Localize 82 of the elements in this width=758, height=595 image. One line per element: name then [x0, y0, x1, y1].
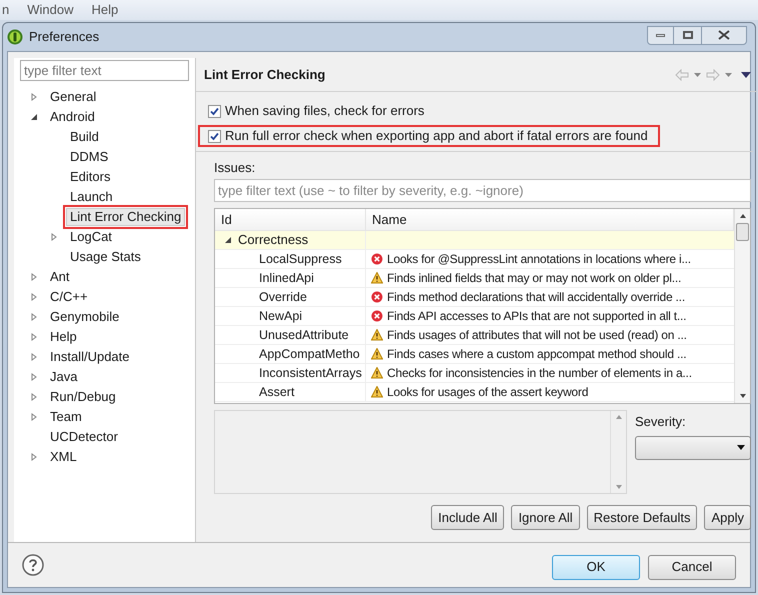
tree-item[interactable]: Team	[46, 408, 86, 426]
page-title: Lint Error Checking	[204, 66, 326, 84]
tree-item[interactable]: Help	[46, 328, 81, 346]
table-cell-text: Checks for inconsistencies in the number of elements in a...	[387, 365, 692, 382]
table-cell-text: Finds cases where a custom appcompat method should ...	[387, 346, 686, 363]
close-icon	[718, 30, 730, 40]
table-cell-text: Looks for usages of the assert keyword	[387, 384, 588, 401]
issues-filter-field[interactable]: type filter text (use ~ to filter by severity, e.g. ~ignore)	[214, 179, 751, 202]
table-cell: Override	[215, 288, 366, 306]
issues-label: Issues:	[214, 159, 256, 176]
tree-item[interactable]: LogCat	[66, 228, 116, 246]
action-button[interactable]: Include All	[431, 505, 504, 530]
tree-item[interactable]: Run/Debug	[46, 388, 120, 406]
checkbox[interactable]	[208, 104, 221, 118]
severity-dropdown[interactable]	[635, 436, 751, 460]
expanded-arrow-icon[interactable]	[224, 236, 232, 244]
caret-icon	[737, 445, 745, 450]
tree-item[interactable]: Java	[46, 368, 82, 386]
collapsed-arrow-icon[interactable]	[30, 293, 38, 301]
view-menu-icon[interactable]	[741, 72, 751, 78]
filter-field[interactable]: type filter text	[20, 60, 189, 81]
group-label[interactable]: Correctness	[238, 230, 308, 250]
menu-item[interactable]: Window	[27, 0, 74, 20]
collapsed-arrow-icon[interactable]	[30, 313, 38, 321]
tree-item[interactable]: Usage Stats	[66, 248, 145, 266]
tree-item[interactable]: C/C++	[46, 288, 92, 306]
table-cell: LocalSuppress	[215, 250, 366, 268]
tree-item[interactable]: Editors	[66, 168, 114, 186]
table-cell: UnusedAttribute	[215, 326, 366, 344]
severity-label: Severity:	[635, 413, 687, 431]
scrollbar-thumb[interactable]	[736, 223, 749, 241]
window-title: Preferences	[29, 28, 100, 46]
dropdown-caret-icon[interactable]	[725, 72, 732, 76]
table-cell: AppCompatMetho	[215, 345, 366, 363]
table-cell-text: Finds method declarations that will accidentally override ...	[387, 289, 685, 306]
dropdown-caret-icon[interactable]	[694, 72, 701, 76]
collapsed-arrow-icon[interactable]	[30, 353, 38, 361]
dialog-button[interactable]: OK	[552, 554, 640, 580]
tree-item[interactable]: XML	[46, 448, 81, 466]
collapsed-arrow-icon[interactable]	[30, 333, 38, 341]
dialog-button[interactable]: Cancel	[648, 554, 736, 580]
collapsed-arrow-icon[interactable]	[30, 413, 38, 421]
tree-item[interactable]: DDMS	[66, 148, 112, 166]
collapsed-arrow-icon[interactable]	[30, 393, 38, 401]
close-button[interactable]	[701, 26, 747, 44]
action-button[interactable]: Restore Defaults	[586, 505, 698, 530]
tree-item[interactable]: Ant	[46, 268, 74, 286]
checkbox-option[interactable]: When saving files, check for errors	[198, 100, 436, 122]
tree-item[interactable]: Build	[66, 128, 103, 146]
table-cell-text: Looks for @SuppressLint annotations in locations where i...	[387, 251, 691, 268]
table-cell: InlinedApi	[215, 269, 366, 287]
app-logo-icon	[7, 29, 23, 45]
tree-item[interactable]: Genymobile	[46, 308, 124, 326]
table-cell: InconsistentArrays	[215, 364, 366, 382]
tree-item[interactable]: Android	[46, 108, 99, 126]
action-button[interactable]: Apply	[704, 505, 751, 530]
table-cell: Assert	[215, 383, 366, 401]
minimize-button[interactable]	[647, 26, 674, 44]
tree-item[interactable]: Install/Update	[46, 348, 134, 366]
menu-item[interactable]: n	[2, 0, 10, 20]
tree-item[interactable]: UCDetector	[46, 428, 122, 446]
collapsed-arrow-icon[interactable]	[30, 373, 38, 381]
tree-item[interactable]: Lint Error Checking	[66, 208, 186, 226]
collapsed-arrow-icon[interactable]	[30, 273, 38, 281]
collapsed-arrow-icon[interactable]	[30, 453, 38, 461]
menu-item[interactable]: Help	[91, 0, 118, 20]
expanded-arrow-icon[interactable]	[30, 113, 38, 121]
table-cell: NewApi	[215, 307, 366, 325]
table-cell-text: Finds API accesses to APIs that are not supported in all t...	[387, 308, 686, 325]
collapsed-arrow-icon[interactable]	[50, 233, 58, 241]
column-header[interactable]: Id	[215, 209, 366, 230]
collapsed-arrow-icon[interactable]	[30, 93, 38, 101]
maximize-button[interactable]	[674, 26, 701, 44]
table-cell-text: Finds usages of attributes that will not be used (read) on ...	[387, 327, 687, 344]
help-icon[interactable]	[22, 554, 44, 576]
vertical-scrollbar[interactable]	[734, 209, 750, 403]
checkbox-option[interactable]: Run full error check when exporting app and abort if fatal errors are found	[198, 125, 660, 147]
checkbox[interactable]	[208, 130, 221, 142]
tree-item[interactable]: Launch	[66, 188, 117, 206]
table-cell-text: Finds inlined fields that may or may not work on older pl...	[387, 270, 682, 287]
action-button[interactable]: Ignore All	[511, 505, 580, 530]
tree-item[interactable]: General	[46, 88, 100, 106]
